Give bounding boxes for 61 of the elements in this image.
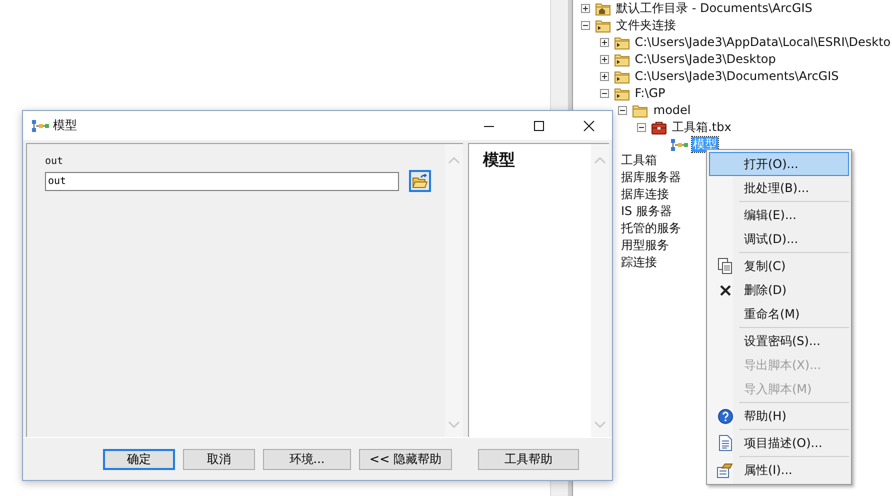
tree-item[interactable]: C:\Users\Jade3\AppData\Local\ESRI\Deskto [634,35,892,50]
close-icon[interactable] [583,120,595,132]
expander-icon[interactable] [600,72,611,81]
help-title: 模型 [482,149,516,171]
menu-item[interactable]: 设置密码(S)... [709,329,849,353]
menu-item[interactable]: 项目描述(O)... [709,431,849,455]
expander-icon[interactable] [581,21,592,30]
model-icon [670,138,688,152]
folder-icon [595,18,611,32]
browse-button[interactable] [409,170,431,192]
dialog-button[interactable]: 确定 [103,448,175,470]
folder-icon [614,86,630,100]
window-title: 模型 [53,117,77,134]
folder-icon [614,52,630,66]
tree-item[interactable]: 默认工作目录 - Documents\ArcGIS [615,1,814,16]
menu-item[interactable]: 编辑(E)... [709,203,849,227]
home-folder-icon [595,2,611,16]
copy-icon [718,258,732,274]
folder-icon [614,36,630,50]
tree-item[interactable]: 据库连接 [621,186,681,203]
menu-item[interactable]: 帮助(H) [709,404,849,428]
menu-item[interactable]: 属性(I)... [709,458,849,482]
folder-icon [614,70,630,84]
expander-icon[interactable] [600,55,611,64]
expander-icon[interactable] [600,38,611,47]
menu-item[interactable]: 打开(O)... [709,152,849,176]
dialog-button[interactable]: 取消 [183,448,255,470]
expander-icon[interactable] [600,89,611,98]
tree-item[interactable]: 据库服务器 [621,169,681,186]
menu-item[interactable]: 删除(D) [709,278,849,302]
toolbox-icon [651,120,668,134]
properties-icon [717,462,733,478]
menu-item[interactable]: 批处理(B)... [709,176,849,200]
dialog-button[interactable]: 工具帮助 [478,448,579,470]
folder-icon [632,104,648,118]
dialog-button[interactable]: 环境... [263,448,351,470]
document-icon [718,435,732,451]
tree-item[interactable]: 文件夹连接 [615,18,677,33]
tree-item[interactable]: IS 服务器 [621,203,681,220]
expander-icon[interactable] [581,4,592,13]
expander-icon[interactable] [637,123,648,132]
tree-item[interactable]: 托管的服务 [621,220,681,237]
delete-icon [720,284,730,296]
maximize-icon[interactable] [533,120,545,132]
tree-item[interactable]: model [652,103,692,118]
tree-item[interactable]: F:\GP [634,86,666,101]
dialog-button[interactable]: << 隐藏帮助 [359,448,452,470]
tree-item[interactable]: 踪连接 [621,254,681,271]
help-icon [718,408,732,424]
input-field[interactable]: out [45,172,399,190]
tree-item[interactable]: 工具箱 [621,152,681,169]
menu-item[interactable]: 重命名(M) [709,302,849,326]
tree-item[interactable]: 工具箱.tbx [671,120,732,135]
tree-item[interactable]: C:\Users\Jade3\Documents\ArcGIS [634,69,840,84]
field-label: out [45,156,64,167]
tree-item[interactable]: C:\Users\Jade3\Desktop [634,52,777,67]
tree-item[interactable]: 用型服务 [621,237,681,254]
expander-icon[interactable] [618,106,630,115]
model-icon [31,118,49,132]
menu-item[interactable]: 复制(C) [709,254,849,278]
menu-item[interactable]: 调试(D)... [709,227,849,251]
